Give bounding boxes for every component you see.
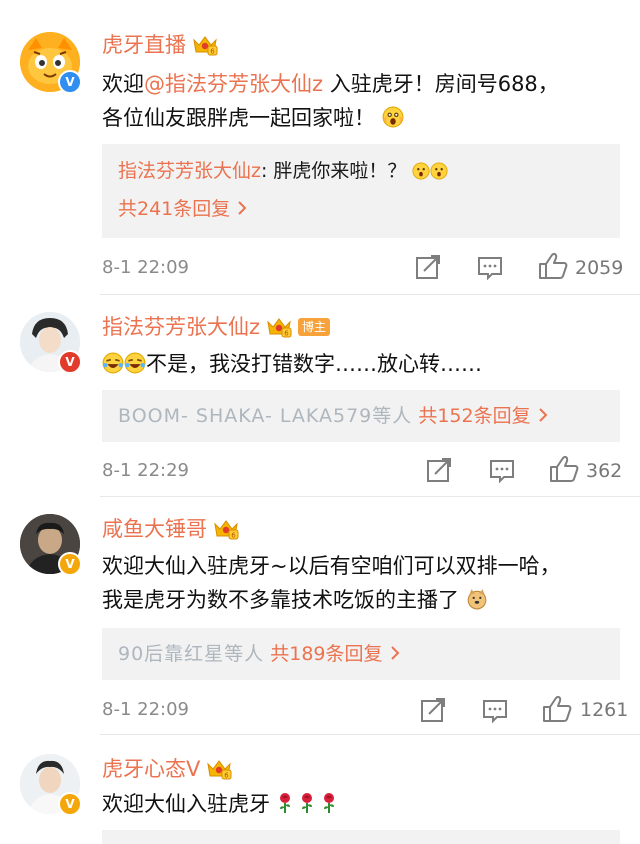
verified-badge-icon: V — [58, 792, 82, 816]
verified-badge-icon: V — [58, 552, 82, 576]
reply-preview: 指法芬芳张大仙z: 胖虎你来啦！？ — [118, 156, 448, 186]
comment-text: 欢迎大仙入驻虎牙~以后有空咱们可以双排一哈， — [102, 554, 561, 578]
reply-count-link[interactable]: 共241条回复 — [118, 194, 248, 224]
surprise-emoji-icon — [430, 162, 448, 180]
reply-count-link[interactable]: 90后靠红星等人 共189条回复 — [118, 639, 401, 669]
thumbs-up-icon[interactable] — [538, 252, 568, 280]
reply-users: 90后靠红星等人 — [118, 643, 265, 665]
share-icon[interactable] — [426, 457, 452, 483]
thumbs-up-icon[interactable] — [542, 695, 572, 723]
avatar[interactable]: V — [20, 312, 82, 374]
comment-icon[interactable] — [482, 698, 508, 724]
reply-count-link[interactable]: BOOM- SHAKA- LAKA579等人 共152条回复 — [118, 401, 549, 431]
comment-text: 不是，我没打错数字……放心转…… — [102, 346, 622, 382]
comment-icon[interactable] — [477, 255, 503, 281]
share-icon[interactable] — [420, 697, 446, 723]
username[interactable]: 虎牙心态V — [102, 754, 200, 784]
surprise-emoji-icon — [412, 162, 430, 180]
vip-crown-icon — [266, 316, 292, 338]
comment-text-line2: 我是虎牙为数不多靠技术吃饭的主播了 — [102, 582, 622, 618]
avatar[interactable]: V — [20, 514, 82, 576]
timestamp: 8-1 22:09 — [102, 699, 189, 720]
reply-users: BOOM- SHAKA- LAKA579等人 — [118, 405, 413, 427]
verified-badge-icon: V — [58, 350, 82, 374]
comment-text-line2: 各位仙友跟胖虎一起回家啦！ — [102, 100, 622, 136]
chevron-right-icon — [390, 646, 399, 660]
chevron-right-icon — [238, 201, 247, 215]
rose-emoji-icon — [321, 792, 337, 814]
reply-preview-box[interactable]: 指法芬芳张大仙z: 胖虎你来啦！？ 共241条回复 — [102, 144, 620, 238]
divider — [100, 734, 640, 735]
laugh-cry-emoji-icon — [124, 352, 146, 374]
vip-crown-icon — [206, 758, 232, 780]
like-count: 2059 — [575, 257, 624, 279]
thumbs-up-icon[interactable] — [549, 455, 579, 483]
chevron-right-icon — [538, 408, 548, 422]
reply-author[interactable]: 指法芬芳张大仙z — [118, 160, 261, 182]
laugh-cry-emoji-icon — [102, 352, 124, 374]
scream-emoji-icon — [382, 106, 404, 128]
username[interactable]: 虎牙直播 — [102, 30, 186, 60]
share-icon[interactable] — [415, 254, 441, 280]
timestamp: 8-1 22:09 — [102, 257, 189, 278]
avatar[interactable]: V — [20, 754, 82, 816]
reply-preview-box[interactable]: BOOM- SHAKA- LAKA579等人 共152条回复 — [102, 390, 620, 442]
like-count: 1261 — [580, 699, 629, 721]
comment-icon[interactable] — [489, 458, 515, 484]
reply-preview-box[interactable] — [102, 830, 620, 844]
rose-emoji-icon — [277, 792, 293, 814]
comment-text: 欢迎@指法芬芳张大仙z 入驻虎牙！房间号688， — [102, 72, 559, 96]
timestamp: 8-1 22:29 — [102, 460, 189, 481]
mention-link[interactable]: @指法芬芳张大仙z — [144, 72, 323, 96]
rose-emoji-icon — [299, 792, 315, 814]
username[interactable]: 咸鱼大锤哥 — [102, 514, 207, 544]
divider — [100, 294, 640, 295]
verified-badge-icon: V — [58, 70, 82, 94]
divider — [100, 496, 640, 497]
reply-preview-box[interactable]: 90后靠红星等人 共189条回复 — [102, 628, 620, 680]
author-badge: 博主 — [298, 318, 331, 336]
doge-emoji-icon — [466, 588, 488, 610]
avatar[interactable]: V — [20, 32, 82, 94]
vip-crown-icon — [213, 518, 239, 540]
vip-crown-icon — [192, 34, 218, 56]
like-count: 362 — [586, 460, 623, 482]
comment-text: 欢迎大仙入驻虎牙 — [102, 786, 622, 822]
username[interactable]: 指法芬芳张大仙z — [102, 312, 260, 342]
